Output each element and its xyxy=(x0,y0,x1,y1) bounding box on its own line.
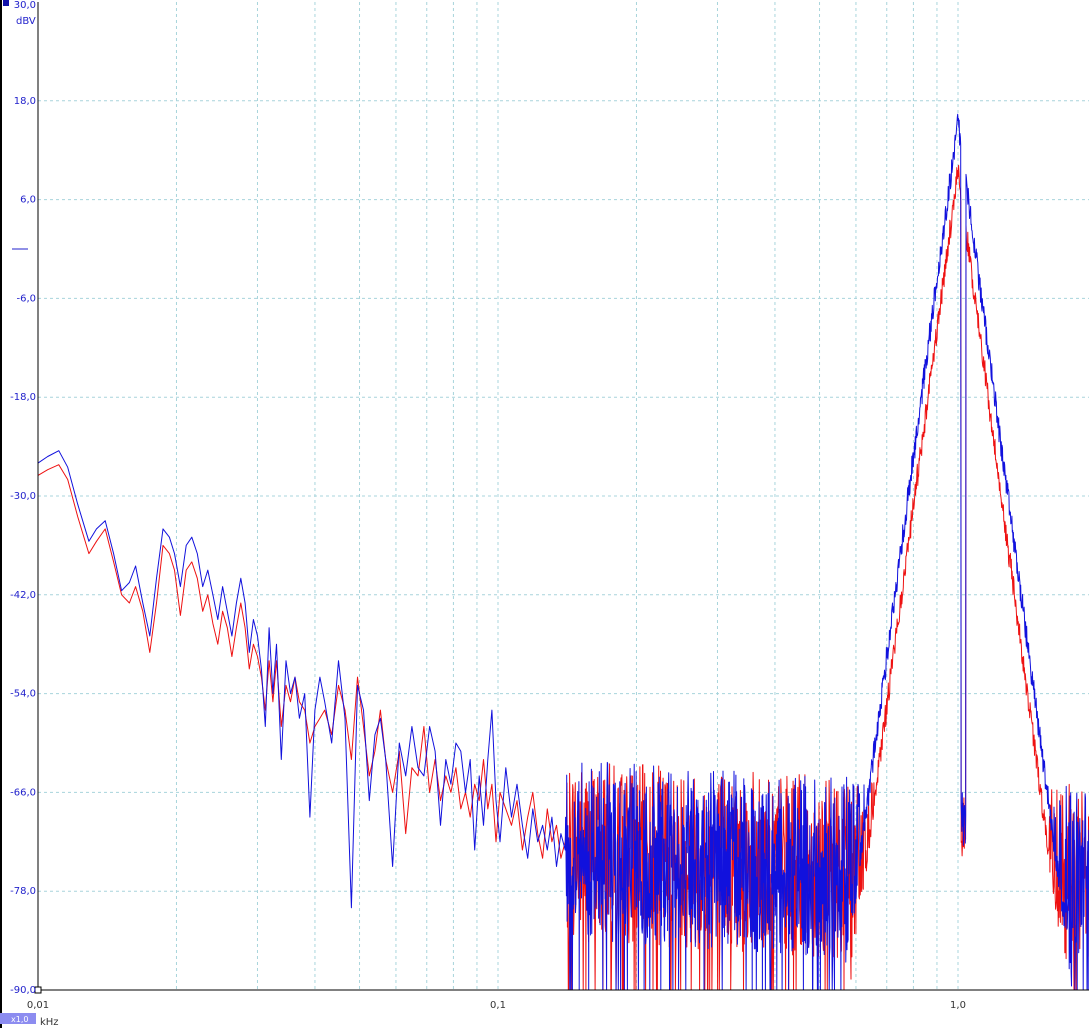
spectrum-analyzer-plot: dBV kHz x1,0 30,0 18,0 6,0 -6,0 -18,0 -30,0 -4… xyxy=(0,0,1089,1028)
y-tick-label: 18,0 xyxy=(14,96,36,107)
left-frame-bar xyxy=(0,0,2,1028)
x-tick-label: 1,0 xyxy=(950,1000,966,1011)
y-tick-label: -18,0 xyxy=(10,392,36,403)
scale-badge-label: x1,0 xyxy=(11,1015,28,1024)
y-tick-label: -6,0 xyxy=(16,293,36,304)
x-axis-unit: kHz xyxy=(40,1017,59,1028)
spectrum-chart: dBV kHz x1,0 30,0 18,0 6,0 -6,0 -18,0 -30,0 -4… xyxy=(0,0,1089,1028)
y-tick-label: -66,0 xyxy=(10,787,36,798)
channel-marker-icon[interactable] xyxy=(3,0,9,6)
y-tick-label: -90,0 xyxy=(10,985,36,996)
y-tick-label: -78,0 xyxy=(10,886,36,897)
y-tick-label: 30,0 xyxy=(14,0,36,11)
y-tick-label: -54,0 xyxy=(10,689,36,700)
y-tick-label: 6,0 xyxy=(20,195,36,206)
y-tick-label: -42,0 xyxy=(10,590,36,601)
x-tick-label: 0,01 xyxy=(27,1000,49,1011)
y-tick-label: -30,0 xyxy=(10,491,36,502)
y-axis-unit: dBV xyxy=(16,16,36,27)
x-tick-label: 0,1 xyxy=(490,1000,506,1011)
